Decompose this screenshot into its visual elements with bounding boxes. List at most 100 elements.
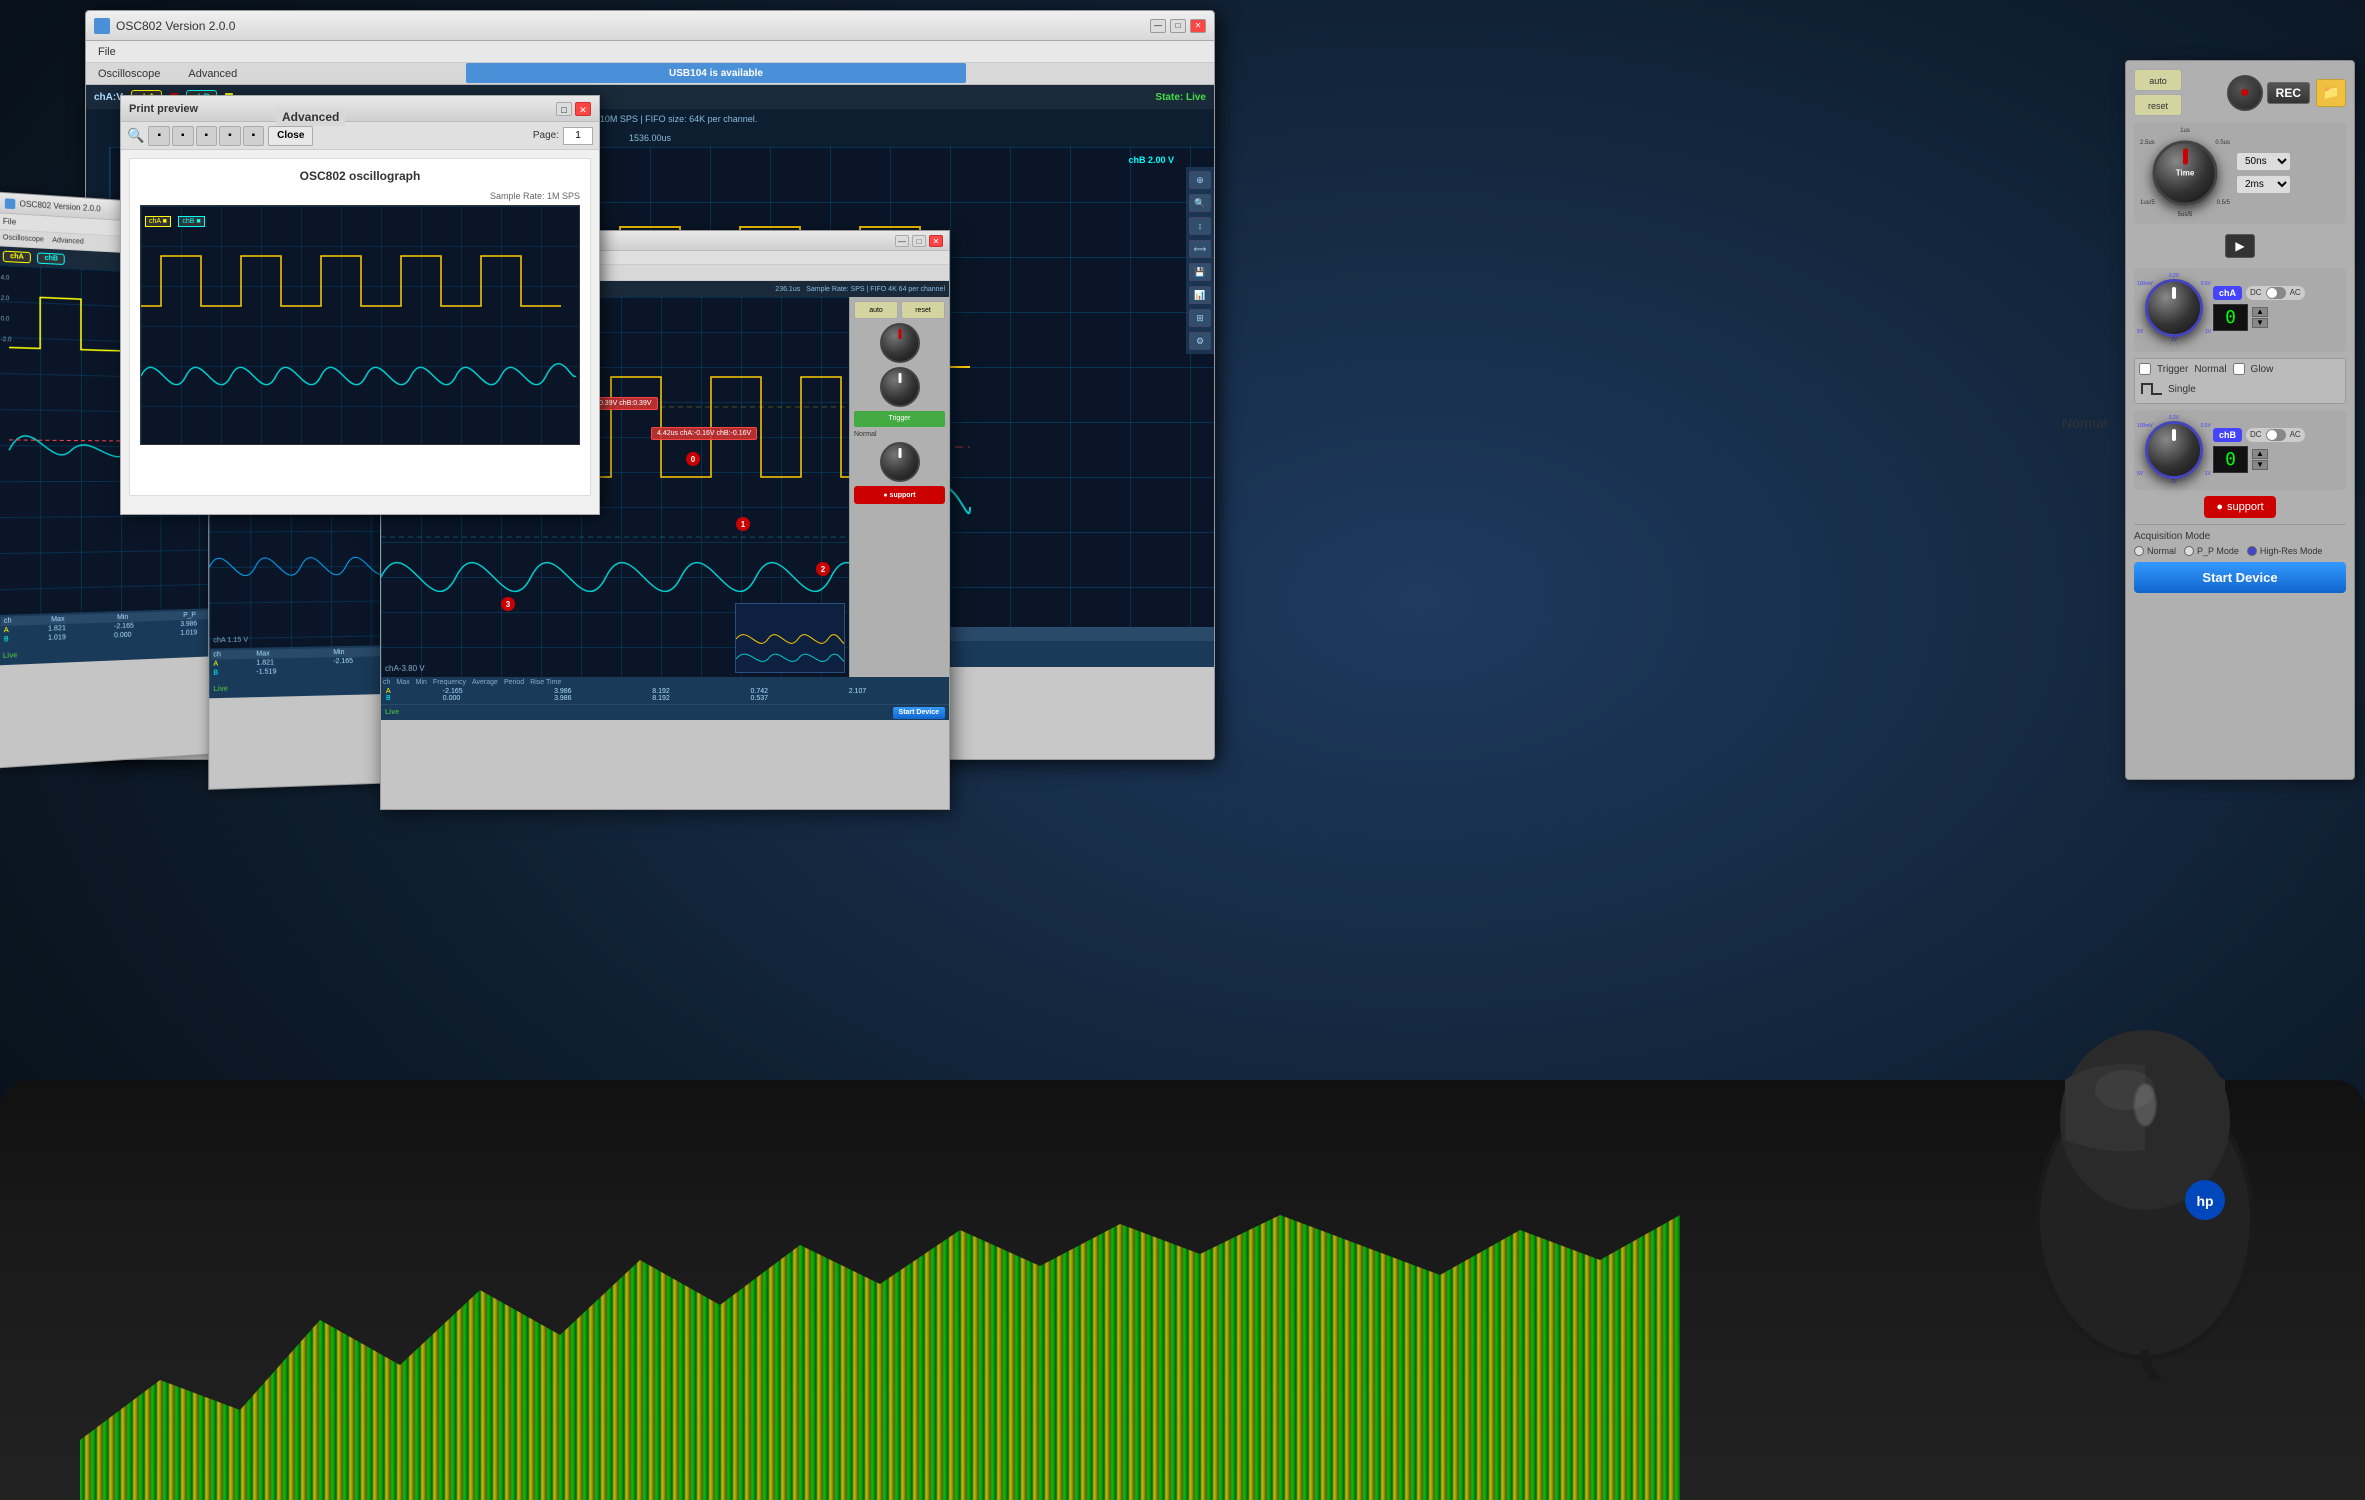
time-label-tr: 0.5us [2215, 140, 2230, 146]
pp-page-input[interactable] [563, 127, 593, 145]
time-knob[interactable]: Time [2153, 141, 2218, 206]
trigger-label: Trigger [2157, 364, 2188, 375]
chb-label-bl: 5V [2137, 471, 2143, 477]
pp-layout-btns: ▪ ▪ ▪ ▪ ▪ [148, 126, 264, 146]
acq-normal-option[interactable]: Normal [2134, 546, 2176, 556]
ghost-3-live-status: Live [385, 709, 399, 716]
minimize-btn[interactable]: — [1150, 19, 1166, 33]
cha-switch-thumb [2267, 288, 2277, 298]
chb-toggle[interactable]: chB [2213, 428, 2242, 442]
glow-checkbox[interactable] [2233, 363, 2245, 375]
ghost-3-reset-btn[interactable]: reset [901, 301, 945, 319]
spectrum-visualization [80, 1200, 1680, 1500]
pp-btn-2[interactable]: ▪ [172, 126, 194, 146]
maximize-btn[interactable]: □ [1170, 19, 1186, 33]
marker-3: 3 [501, 597, 515, 611]
ghost-3-close[interactable]: ✕ [929, 235, 943, 247]
close-btn[interactable]: ✕ [1190, 19, 1206, 33]
time-label-top: 1us [2180, 128, 2190, 134]
time-display: 1536.00us [629, 133, 671, 143]
scope-icon-save[interactable]: 💾 [1189, 263, 1211, 281]
ghost-3-maximize[interactable]: □ [912, 235, 926, 247]
cha-counter-up[interactable]: ▲ [2252, 307, 2268, 317]
scope-icon-settings[interactable]: ⚙ [1189, 332, 1211, 350]
chb-toggle-row: chB DC AC [2213, 428, 2341, 442]
acq-pp-radio[interactable] [2184, 546, 2194, 556]
ghost-1-chb: chB [37, 252, 65, 265]
chb-counter-down[interactable]: ▼ [2252, 460, 2268, 470]
trigger-section: Trigger Normal Glow Single [2134, 358, 2346, 404]
acq-normal-label: Normal [2147, 546, 2176, 556]
file-icon[interactable]: 📁 [2316, 79, 2346, 107]
rec-group: ● REC [2227, 75, 2310, 111]
scope-icon-crosshair[interactable]: ⊕ [1189, 171, 1211, 189]
ghost-3-auto-btn[interactable]: auto [854, 301, 898, 319]
cha-ac-label[interactable]: AC [2287, 287, 2304, 298]
cha-header: 0.2V 0.5V 1V 2V 5V 100mV chA DC [2139, 273, 2341, 343]
scope-icon-grid[interactable]: ⊞ [1189, 309, 1211, 327]
timescale-2[interactable]: 2ms [2236, 175, 2291, 194]
chb-ac-label[interactable]: AC [2287, 429, 2304, 440]
chb-dc-label[interactable]: DC [2247, 429, 2265, 440]
trigger-checkbox[interactable] [2139, 363, 2151, 375]
marker-2: 2 [816, 562, 830, 576]
advanced-menu-item[interactable]: Advanced [276, 108, 345, 126]
acq-normal-radio[interactable] [2134, 546, 2144, 556]
chb-knob[interactable] [2145, 421, 2203, 479]
chb-toggle-switch[interactable] [2266, 429, 2286, 441]
time-knob-section: 1us 0.5us 0.5/5 5us/5 1us/5 2.5us Time 5… [2134, 122, 2346, 224]
auto-btn[interactable]: auto [2134, 69, 2182, 91]
ghost-3-knob-1[interactable] [880, 323, 920, 363]
menu-oscilloscope[interactable]: Oscilloscope [90, 66, 168, 82]
cha-knob[interactable] [2145, 279, 2203, 337]
cha-knob-wrapper: 0.2V 0.5V 1V 2V 5V 100mV [2139, 273, 2209, 343]
pp-window-controls: □ ✕ [556, 102, 591, 116]
start-device-btn[interactable]: Start Device [2134, 562, 2346, 593]
pp-zoom-icon[interactable]: 🔍 [127, 127, 144, 144]
cha-counter-display: 0 [2213, 304, 2248, 331]
acq-highres-radio[interactable] [2247, 546, 2257, 556]
ghost-3-knob-3[interactable] [880, 442, 920, 482]
menu-file[interactable]: File [90, 44, 124, 60]
reset-btn[interactable]: reset [2134, 94, 2182, 116]
cha-controls-right: chA DC AC 0 ▲ ▼ [2213, 286, 2341, 331]
cha-toggle-switch[interactable] [2266, 287, 2286, 299]
ghost-3-start-btn[interactable]: Start Device [893, 707, 945, 719]
pp-btn-5[interactable]: ▪ [243, 126, 265, 146]
acq-pp-option[interactable]: P_P Mode [2184, 546, 2239, 556]
scope-icon-measure[interactable]: ⟺ [1189, 240, 1211, 258]
pp-page-control: Page: [533, 127, 593, 145]
pp-close-btn[interactable]: Close [268, 126, 313, 146]
pp-btn-1[interactable]: ▪ [148, 126, 170, 146]
timescale-1[interactable]: 50ns [2236, 152, 2291, 171]
menu-advanced[interactable]: Advanced [180, 66, 245, 82]
scope-icon-chart[interactable]: 📊 [1189, 286, 1211, 304]
ghost-3-support-label: ● support [883, 492, 915, 499]
support-btn[interactable]: ● support [2204, 496, 2275, 518]
ghost-3-support[interactable]: ● support [854, 486, 945, 504]
cha-toggle[interactable]: chA [2213, 286, 2242, 300]
cha-dc-label[interactable]: DC [2247, 287, 2265, 298]
pp-maximize[interactable]: □ [556, 102, 572, 116]
pp-close-x[interactable]: ✕ [575, 102, 591, 116]
chb-label-tl: 100mV [2137, 423, 2153, 429]
pp-btn-4[interactable]: ▪ [219, 126, 241, 146]
chb-counter-up[interactable]: ▲ [2252, 449, 2268, 459]
ghost-3-knob-2[interactable] [880, 367, 920, 407]
channel-b-section: 0.2V 0.5V 1V 2V 5V 100mV chB DC [2134, 410, 2346, 490]
marker-1: 1 [736, 517, 750, 531]
cha-counter-down[interactable]: ▼ [2252, 318, 2268, 328]
play-btn[interactable]: ▶ [2225, 234, 2255, 258]
time-knob-label: Time [2176, 168, 2195, 178]
ghost-3-minimize[interactable]: — [895, 235, 909, 247]
spectrum-bars [80, 1200, 1680, 1500]
scope-icon-bar: ⊕ 🔍 ↕ ⟺ 💾 📊 ⊞ ⚙ [1186, 167, 1214, 354]
acq-highres-option[interactable]: High-Res Mode [2247, 546, 2323, 556]
scope-icon-zoom[interactable]: 🔍 [1189, 194, 1211, 212]
rec-btn[interactable]: REC [2267, 82, 2310, 104]
scope-icon-cursor[interactable]: ↕ [1189, 217, 1211, 235]
pp-btn-3[interactable]: ▪ [196, 126, 218, 146]
cha-label-tl: 100mV [2137, 281, 2153, 287]
chb-counter-display: 0 [2213, 446, 2248, 473]
annotation-2: 4.42us chA:-0.16V chB:-0.16V [651, 427, 757, 440]
